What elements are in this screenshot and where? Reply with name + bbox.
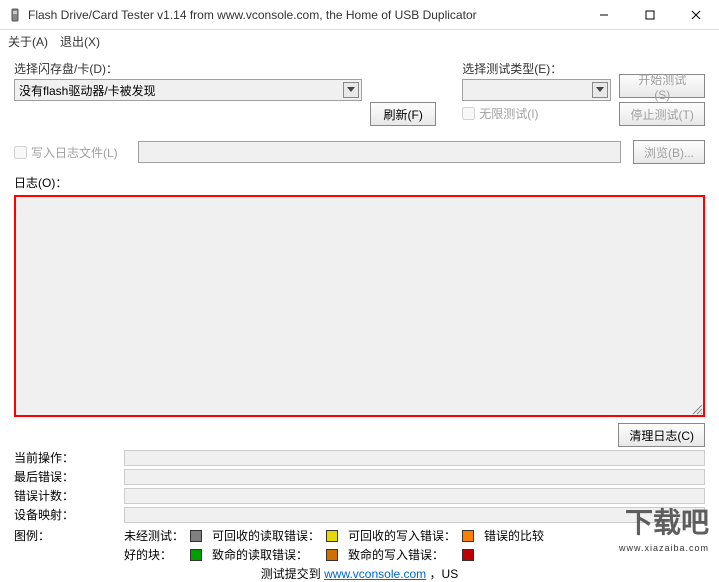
footer-link[interactable]: www.vconsole.com <box>324 567 426 581</box>
content-area: 选择闪存盘/卡(D)： 没有flash驱动器/卡被发现 刷新(F) 选择测试类型… <box>0 52 719 582</box>
error-count-label: 错误计数： <box>14 487 124 504</box>
error-count-value <box>124 488 705 504</box>
legend-fatal-read-label: 致命的读取错误： <box>212 546 320 563</box>
legend-fatal-read-swatch <box>326 549 338 561</box>
log-label: 日志(O)： <box>14 174 705 191</box>
window-title: Flash Drive/Card Tester v1.14 from www.v… <box>28 8 581 22</box>
legend-recov-write-swatch <box>462 530 474 542</box>
write-log-input[interactable] <box>14 146 27 159</box>
close-button[interactable] <box>673 0 719 30</box>
legend-good-label: 好的块： <box>124 546 184 563</box>
clear-log-button[interactable]: 清理日志(C) <box>618 423 705 447</box>
stop-test-button[interactable]: 停止测试(T) <box>619 102 705 126</box>
device-map-value <box>124 507 705 523</box>
select-test-type-label: 选择测试类型(E)： <box>462 60 611 77</box>
last-error-value <box>124 469 705 485</box>
legend-recov-read-swatch <box>326 530 338 542</box>
resize-grip-icon <box>691 403 703 415</box>
watermark-sub: www.xiazaiba.com <box>619 543 709 553</box>
unlimited-test-input[interactable] <box>462 107 475 120</box>
footer-link-row: 测试提交到 www.vconsole.com ，US <box>14 565 705 582</box>
drive-dropdown[interactable]: 没有flash驱动器/卡被发现 <box>14 79 362 101</box>
maximize-button[interactable] <box>627 0 673 30</box>
start-test-button[interactable]: 开始测试(S) <box>619 74 705 98</box>
legend-recov-write-label: 可回收的写入错误： <box>348 527 456 544</box>
legend-grid: 未经测试： 可回收的读取错误： 可回收的写入错误： 错误的比较 好的块： 致命的… <box>124 527 544 563</box>
menu-bar: 关于(A) 退出(X) <box>0 30 719 52</box>
current-op-label: 当前操作： <box>14 449 124 466</box>
legend-good-swatch <box>190 549 202 561</box>
menu-exit[interactable]: 退出(X) <box>60 33 100 50</box>
test-type-dropdown[interactable] <box>462 79 611 101</box>
watermark-main: 下载吧 <box>625 501 709 541</box>
app-icon <box>8 8 22 22</box>
log-textarea[interactable] <box>14 195 705 417</box>
unlimited-test-label: 无限测试(I) <box>479 105 538 122</box>
legend-fatal-write-label: 致命的写入错误： <box>348 546 456 563</box>
write-log-checkbox[interactable]: 写入日志文件(L) <box>14 144 132 161</box>
legend-compare-label: 错误的比较 <box>484 527 544 544</box>
browse-button[interactable]: 浏览(B)... <box>633 140 705 164</box>
select-drive-label: 选择闪存盘/卡(D)： <box>14 60 362 77</box>
footer-prefix: 测试提交到 <box>261 567 324 581</box>
device-map-label: 设备映射： <box>14 506 124 523</box>
refresh-button[interactable]: 刷新(F) <box>370 102 436 126</box>
legend-label: 图例： <box>14 527 124 544</box>
legend-recov-read-label: 可回收的读取错误： <box>212 527 320 544</box>
unlimited-test-checkbox[interactable]: 无限测试(I) <box>462 105 611 122</box>
menu-about[interactable]: 关于(A) <box>8 33 48 50</box>
minimize-button[interactable] <box>581 0 627 30</box>
legend-untested-swatch <box>190 530 202 542</box>
dropdown-arrow-icon <box>343 82 359 98</box>
last-error-label: 最后错误： <box>14 468 124 485</box>
legend-fatal-write-swatch <box>462 549 474 561</box>
dropdown-arrow-icon <box>592 82 608 98</box>
drive-dropdown-value: 没有flash驱动器/卡被发现 <box>19 82 156 99</box>
log-file-path-field[interactable] <box>138 141 621 163</box>
current-op-value <box>124 450 705 466</box>
footer-suffix: ，US <box>430 567 459 581</box>
legend-untested-label: 未经测试： <box>124 527 184 544</box>
write-log-label: 写入日志文件(L) <box>31 144 118 161</box>
title-bar: Flash Drive/Card Tester v1.14 from www.v… <box>0 0 719 30</box>
